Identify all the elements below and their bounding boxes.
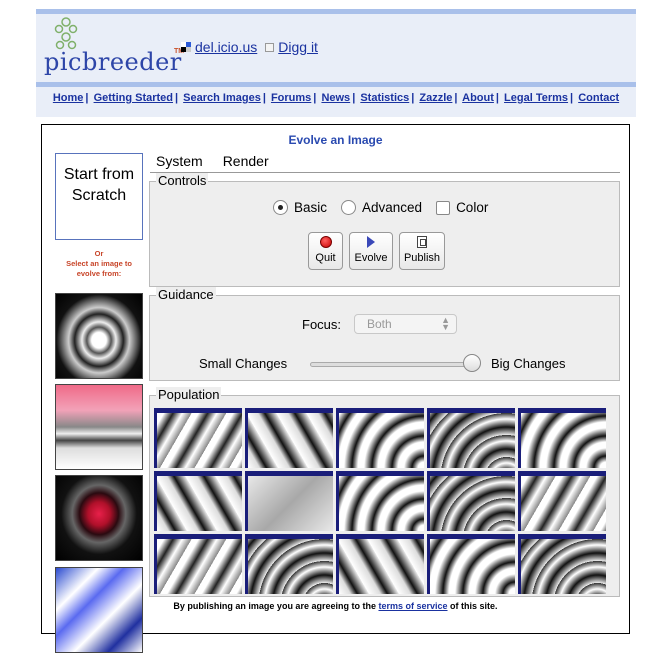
basic-radio[interactable]	[273, 200, 288, 215]
guidance-group: Guidance Focus: Both ▲ ▼ Small Changes Bi…	[149, 287, 620, 381]
focus-value: Both	[367, 317, 392, 331]
updown-arrows-icon: ▲ ▼	[441, 315, 450, 332]
controls-group: Controls Basic Advanced Color Quit Evolv…	[149, 173, 620, 287]
save-icon	[417, 236, 427, 248]
population-cell[interactable]	[427, 408, 515, 468]
basic-radio-option[interactable]: Basic	[273, 200, 327, 215]
small-changes-label: Small Changes	[199, 356, 288, 371]
start-from-scratch-button[interactable]: Start from Scratch	[55, 153, 143, 240]
applet-tabs: System Render	[156, 153, 269, 169]
delicious-icon	[181, 42, 191, 52]
agreement-prefix: By publishing an image you are agreeing …	[173, 601, 376, 611]
population-cell[interactable]	[336, 534, 424, 594]
guidance-label: Guidance	[156, 287, 216, 302]
evolve-frame: Evolve an Image Start from Scratch Or Se…	[41, 124, 630, 653]
mutation-slider-track[interactable]	[310, 362, 480, 367]
publish-button[interactable]: Publish	[399, 232, 445, 270]
tab-render[interactable]: Render	[223, 153, 269, 169]
evolve-label: Evolve	[354, 252, 388, 264]
population-cell[interactable]	[245, 408, 333, 468]
agreement-suffix: of this site.	[450, 601, 498, 611]
population-cell[interactable]	[245, 534, 333, 594]
advanced-label: Advanced	[362, 200, 423, 215]
basic-label: Basic	[294, 200, 328, 215]
evolve-button[interactable]: Evolve	[349, 232, 393, 270]
big-changes-label: Big Changes	[491, 356, 566, 371]
population-grid	[154, 408, 606, 594]
digg-link[interactable]: Digg it	[278, 39, 318, 55]
nav-news[interactable]: News	[321, 92, 350, 104]
publish-agreement-note: By publishing an image you are agreeing …	[42, 601, 629, 611]
population-cell[interactable]	[518, 408, 606, 468]
nav-legal-terms[interactable]: Legal Terms	[504, 92, 568, 104]
population-cell[interactable]	[154, 408, 242, 468]
delicious-link[interactable]: del.icio.us	[195, 39, 257, 55]
nav-search-images[interactable]: Search Images	[183, 92, 261, 104]
nav-zazzle[interactable]: Zazzle	[419, 92, 452, 104]
or-text: Or	[94, 249, 104, 258]
population-cell[interactable]	[427, 534, 515, 594]
play-icon	[367, 236, 375, 248]
stop-icon	[319, 236, 332, 248]
site-header: picbreeder TM del.icio.us Digg it	[36, 14, 636, 82]
mutation-slider-thumb[interactable]	[462, 354, 481, 372]
population-cell[interactable]	[245, 471, 333, 531]
tab-system[interactable]: System	[156, 153, 203, 169]
nav-forums[interactable]: Forums	[271, 92, 311, 104]
population-cell[interactable]	[154, 534, 242, 594]
advanced-radio-option[interactable]: Advanced	[341, 200, 422, 215]
focus-label: Focus:	[302, 317, 342, 332]
nav-getting-started[interactable]: Getting Started	[94, 92, 173, 104]
terms-of-service-link[interactable]: terms of service	[378, 601, 447, 611]
social-links: del.icio.us Digg it	[181, 39, 318, 55]
publish-label: Publish	[403, 252, 441, 264]
control-buttons: Quit Evolve Publish	[308, 232, 445, 270]
logo-text: picbreeder	[44, 48, 182, 76]
focus-select[interactable]: Both ▲ ▼	[354, 314, 457, 334]
select-image-prompt: Or Select an image to evolve from:	[55, 249, 143, 279]
seed-thumbnail[interactable]	[55, 293, 143, 379]
nav-home[interactable]: Home	[53, 92, 84, 104]
nav-contact[interactable]: Contact	[578, 92, 619, 104]
picbreeder-logo[interactable]: picbreeder TM	[44, 16, 184, 80]
color-checkbox[interactable]	[436, 200, 451, 215]
population-cell[interactable]	[336, 471, 424, 531]
tab-divider	[150, 172, 620, 173]
digg-icon	[265, 42, 275, 52]
quit-label: Quit	[315, 252, 336, 264]
quit-button[interactable]: Quit	[308, 232, 343, 270]
advanced-radio[interactable]	[341, 200, 357, 215]
color-checkbox-option[interactable]: Color	[436, 200, 488, 215]
page-title: Evolve an Image	[288, 133, 383, 147]
population-cell[interactable]	[518, 534, 606, 594]
mode-options: Basic Advanced Color	[273, 200, 488, 215]
population-label: Population	[156, 387, 222, 402]
logo-figure-icon	[54, 17, 78, 50]
color-label: Color	[456, 200, 489, 215]
population-cell[interactable]	[336, 408, 424, 468]
seed-thumbnail[interactable]	[55, 384, 143, 470]
controls-label: Controls	[156, 173, 209, 188]
population-cell[interactable]	[427, 471, 515, 531]
nav-about[interactable]: About	[462, 92, 494, 104]
seed-thumbnail[interactable]	[55, 475, 143, 561]
population-group: Population	[149, 387, 620, 597]
select-text: Select an image to evolve from:	[66, 259, 132, 278]
population-cell[interactable]	[518, 471, 606, 531]
nav-bar: Home | Getting Started | Search Images | Fo…	[36, 87, 636, 117]
nav-statistics[interactable]: Statistics	[360, 92, 409, 104]
population-cell[interactable]	[154, 471, 242, 531]
